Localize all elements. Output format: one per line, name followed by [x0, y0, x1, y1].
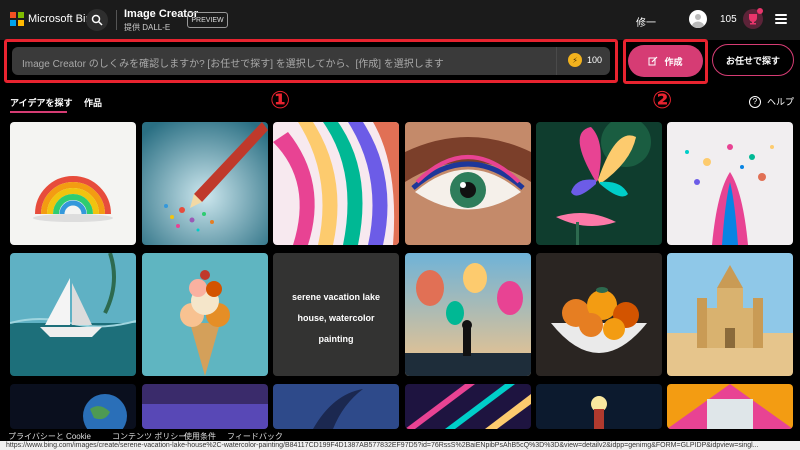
help-link[interactable]: ? ヘルプ [749, 95, 794, 108]
gallery-image-rainbow[interactable] [10, 122, 136, 245]
prompt-input[interactable]: Image Creator のしくみを確認しますか? [お任せで探す] を選択し… [12, 47, 610, 75]
create-button[interactable]: 作成 [628, 45, 703, 77]
help-icon: ? [749, 95, 761, 108]
search-button[interactable] [86, 9, 108, 31]
search-icon [91, 14, 103, 26]
gallery-image-lighthouse[interactable] [536, 384, 662, 429]
gallery-image-palm[interactable] [273, 384, 399, 429]
gallery-image-butterfly[interactable] [536, 122, 662, 245]
notification-dot [757, 8, 763, 14]
gallery-image-balloons[interactable] [405, 253, 531, 376]
caption-line-2: house, watercolor [297, 313, 375, 323]
gallery-image-comic[interactable] [667, 384, 793, 429]
top-bar: Microsoft Bing Image Creator 提供 DALL-E P… [0, 0, 800, 40]
caption-line-3: painting [318, 334, 354, 344]
gallery-image-ice-cream[interactable] [142, 253, 268, 376]
boost-icon: ⚡ [568, 53, 582, 67]
tab-explore-ideas[interactable]: アイデアを探す [10, 96, 73, 109]
surprise-me-button[interactable]: お任せで探す [712, 44, 794, 76]
user-name[interactable]: 修一 [636, 14, 656, 29]
bing-logo[interactable]: Microsoft Bing [10, 12, 98, 26]
gallery-image-earth[interactable] [10, 384, 136, 429]
tab-creations[interactable]: 作品 [84, 96, 102, 109]
annotation-marker-one: ① [270, 86, 291, 114]
gallery-image-ribbons[interactable] [273, 122, 399, 245]
boost-count: 100 [587, 55, 603, 65]
gallery-image-paper-boat[interactable] [10, 253, 136, 376]
gallery-image-oranges[interactable] [536, 253, 662, 376]
gallery-image-neon[interactable] [405, 384, 531, 429]
create-label: 作成 [664, 56, 683, 67]
gallery-image-lake-house[interactable]: serene vacation lake house, watercolor p… [273, 253, 399, 376]
footer-links: プライバシーと Cookie コンテンツ ポリシー 使用条件 フィードバック [0, 429, 800, 441]
header-divider [116, 10, 117, 30]
microsoft-logo-icon [10, 12, 24, 26]
browser-status-bar: https://www.bing.com/images/create/seren… [0, 441, 800, 450]
app-subtitle: 提供 DALL-E [124, 23, 171, 32]
prompt-divider [556, 47, 557, 75]
prompt-placeholder: Image Creator のしくみを確認しますか? [お任せで探す] を選択し… [22, 59, 444, 70]
create-icon [648, 56, 658, 66]
boost-counter: ⚡ 100 [568, 53, 602, 67]
gallery-image-eye[interactable] [405, 122, 531, 245]
gallery-image-sandcastle[interactable] [667, 253, 793, 376]
gallery-image-paint-splash[interactable] [667, 122, 793, 245]
help-label: ヘルプ [767, 97, 795, 107]
gallery-image-purple[interactable] [142, 384, 268, 429]
caption-line-1: serene vacation lake [291, 292, 381, 302]
gallery-image-pencil[interactable] [142, 122, 268, 245]
rewards-count[interactable]: 105 [720, 14, 737, 25]
annotation-marker-two: ② [652, 86, 673, 114]
preview-badge: PREVIEW [187, 12, 228, 28]
status-url: https://www.bing.com/images/create/seren… [6, 442, 759, 449]
avatar-icon[interactable] [689, 10, 707, 28]
menu-icon[interactable] [775, 12, 787, 26]
lake-house-caption: serene vacation lake house, watercolor p… [281, 287, 391, 350]
active-tab-indicator [10, 111, 67, 113]
